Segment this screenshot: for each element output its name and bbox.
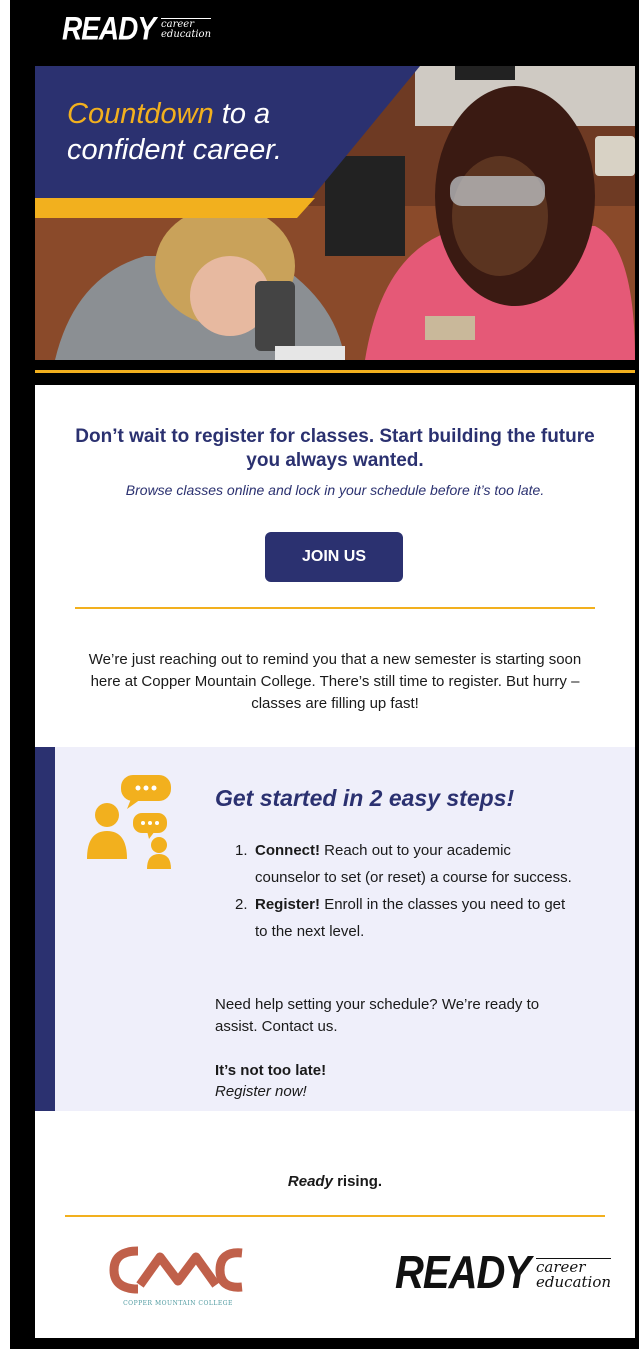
steps-title: Get started in 2 easy steps!	[215, 785, 515, 811]
cmc-logo[interactable]: COPPER MOUNTAIN COLLEGE	[108, 1245, 248, 1307]
help-text: Need help setting your schedule? We’re r…	[215, 996, 540, 1035]
intro-subline: Browse classes online and lock in your s…	[125, 482, 545, 498]
footer-logos: COPPER MOUNTAIN COLLEGE READY career edu…	[35, 1245, 635, 1315]
cmc-mark-icon	[109, 1246, 243, 1294]
ready-wordmark: READY	[395, 1247, 531, 1299]
list-item: 1. Connect! Reach out to your academic c…	[235, 842, 572, 886]
footer-ready-logo[interactable]: READY career education	[395, 1248, 612, 1298]
divider-line	[35, 370, 635, 373]
hero-highlight: Countdown	[67, 98, 214, 130]
ready-subtitle: career education	[536, 1257, 612, 1291]
divider-line	[65, 1215, 605, 1217]
late-text: It’s not too late! Register now!	[215, 1062, 327, 1100]
panel-accent-bar	[35, 747, 55, 1111]
hero-tagline: Countdown to a confident career.	[67, 98, 282, 166]
list-item: 2. Register! Enroll in the classes you n…	[235, 896, 566, 940]
intro-headline: Don’t wait to register for classes. Star…	[75, 426, 595, 471]
people-chat-icon	[87, 775, 171, 869]
hero-banner: Countdown to a confident career.	[35, 66, 635, 360]
ready-subtitle: career education	[161, 18, 212, 40]
join-us-button[interactable]: JOIN US	[265, 532, 403, 582]
steps-panel: Get started in 2 easy steps! 1. Connect!…	[35, 747, 635, 1111]
steps-list: 1. Connect! Reach out to your academic c…	[235, 837, 575, 945]
cmc-caption: COPPER MOUNTAIN COLLEGE	[123, 1300, 233, 1307]
ready-wordmark: READY	[62, 10, 156, 47]
header-logo[interactable]: READY career education	[62, 10, 212, 47]
reminder-text: We’re just reaching out to remind you th…	[88, 651, 582, 712]
divider-line	[75, 607, 595, 609]
ready-rising-tagline: Ready rising.	[287, 1173, 383, 1190]
